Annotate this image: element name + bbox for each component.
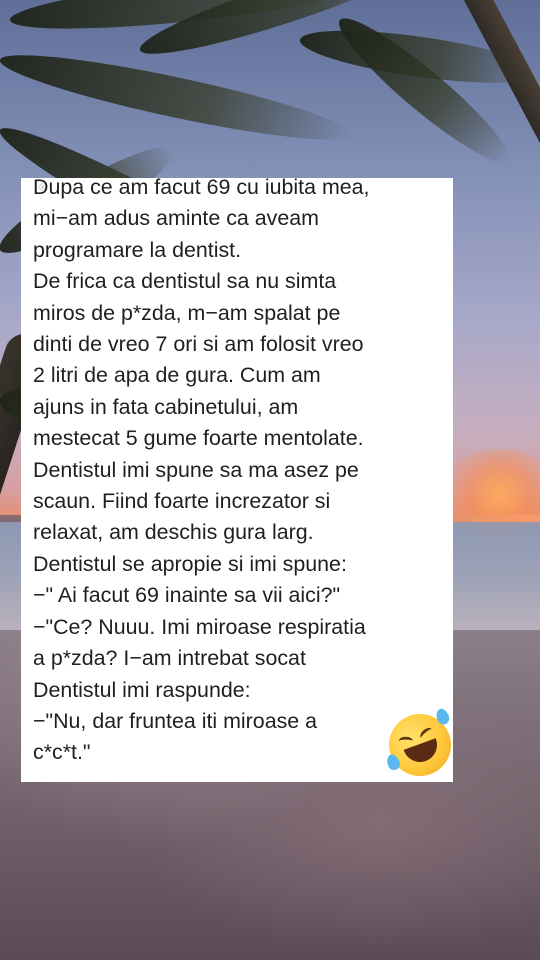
joke-line: c*c*t." — [33, 740, 91, 765]
joke-line: Dupa ce am facut 69 cu iubita mea, — [33, 178, 370, 199]
joke-line: Dentistul imi spune sa ma asez pe — [33, 457, 359, 482]
joke-line: Dentistul se apropie si imi spune: — [33, 551, 347, 576]
joke-line: mestecat 5 gume foarte mentolate. — [33, 426, 364, 451]
joke-line: programare la dentist. — [33, 237, 242, 262]
joke-line: a p*zda? I−am intrebat socat — [33, 646, 306, 671]
palm-frond — [0, 40, 357, 155]
joke-line: scaun. Fiind foarte increzator si — [33, 489, 331, 514]
tear-drop-icon — [384, 752, 402, 772]
joke-line: −" Ai facut 69 inainte sa vii aici?" — [33, 583, 341, 608]
joke-card: Dupa ce am facut 69 cu iubita mea, mi−am… — [21, 178, 453, 782]
back-arrow-icon[interactable]: ‹ — [30, 174, 54, 198]
joke-line: mi−am adus aminte ca aveam — [33, 206, 319, 231]
joke-line: −"Nu, dar fruntea iti miroase a — [33, 708, 318, 733]
joke-line: ajuns in fata cabinetului, am — [33, 394, 299, 419]
joke-text: Dupa ce am facut 69 cu iubita mea, mi−am… — [33, 178, 453, 769]
joke-line: relaxat, am deschis gura larg. — [33, 520, 314, 545]
joke-line: Dentistul imi raspunde: — [33, 677, 251, 702]
joke-line: dinti de vreo 7 ori si am folosit vreo — [33, 332, 364, 357]
joke-line: De frica ca dentistul sa nu simta — [33, 269, 337, 294]
joke-line: miros de p*zda, m−am spalat pe — [33, 300, 341, 325]
palm-trunk-right — [456, 0, 540, 199]
joke-line: 2 litri de apa de gura. Cum am — [33, 363, 321, 388]
joke-line: −"Ce? Nuuu. Imi miroase respiratia — [33, 614, 366, 639]
emoji-eye — [398, 736, 413, 746]
